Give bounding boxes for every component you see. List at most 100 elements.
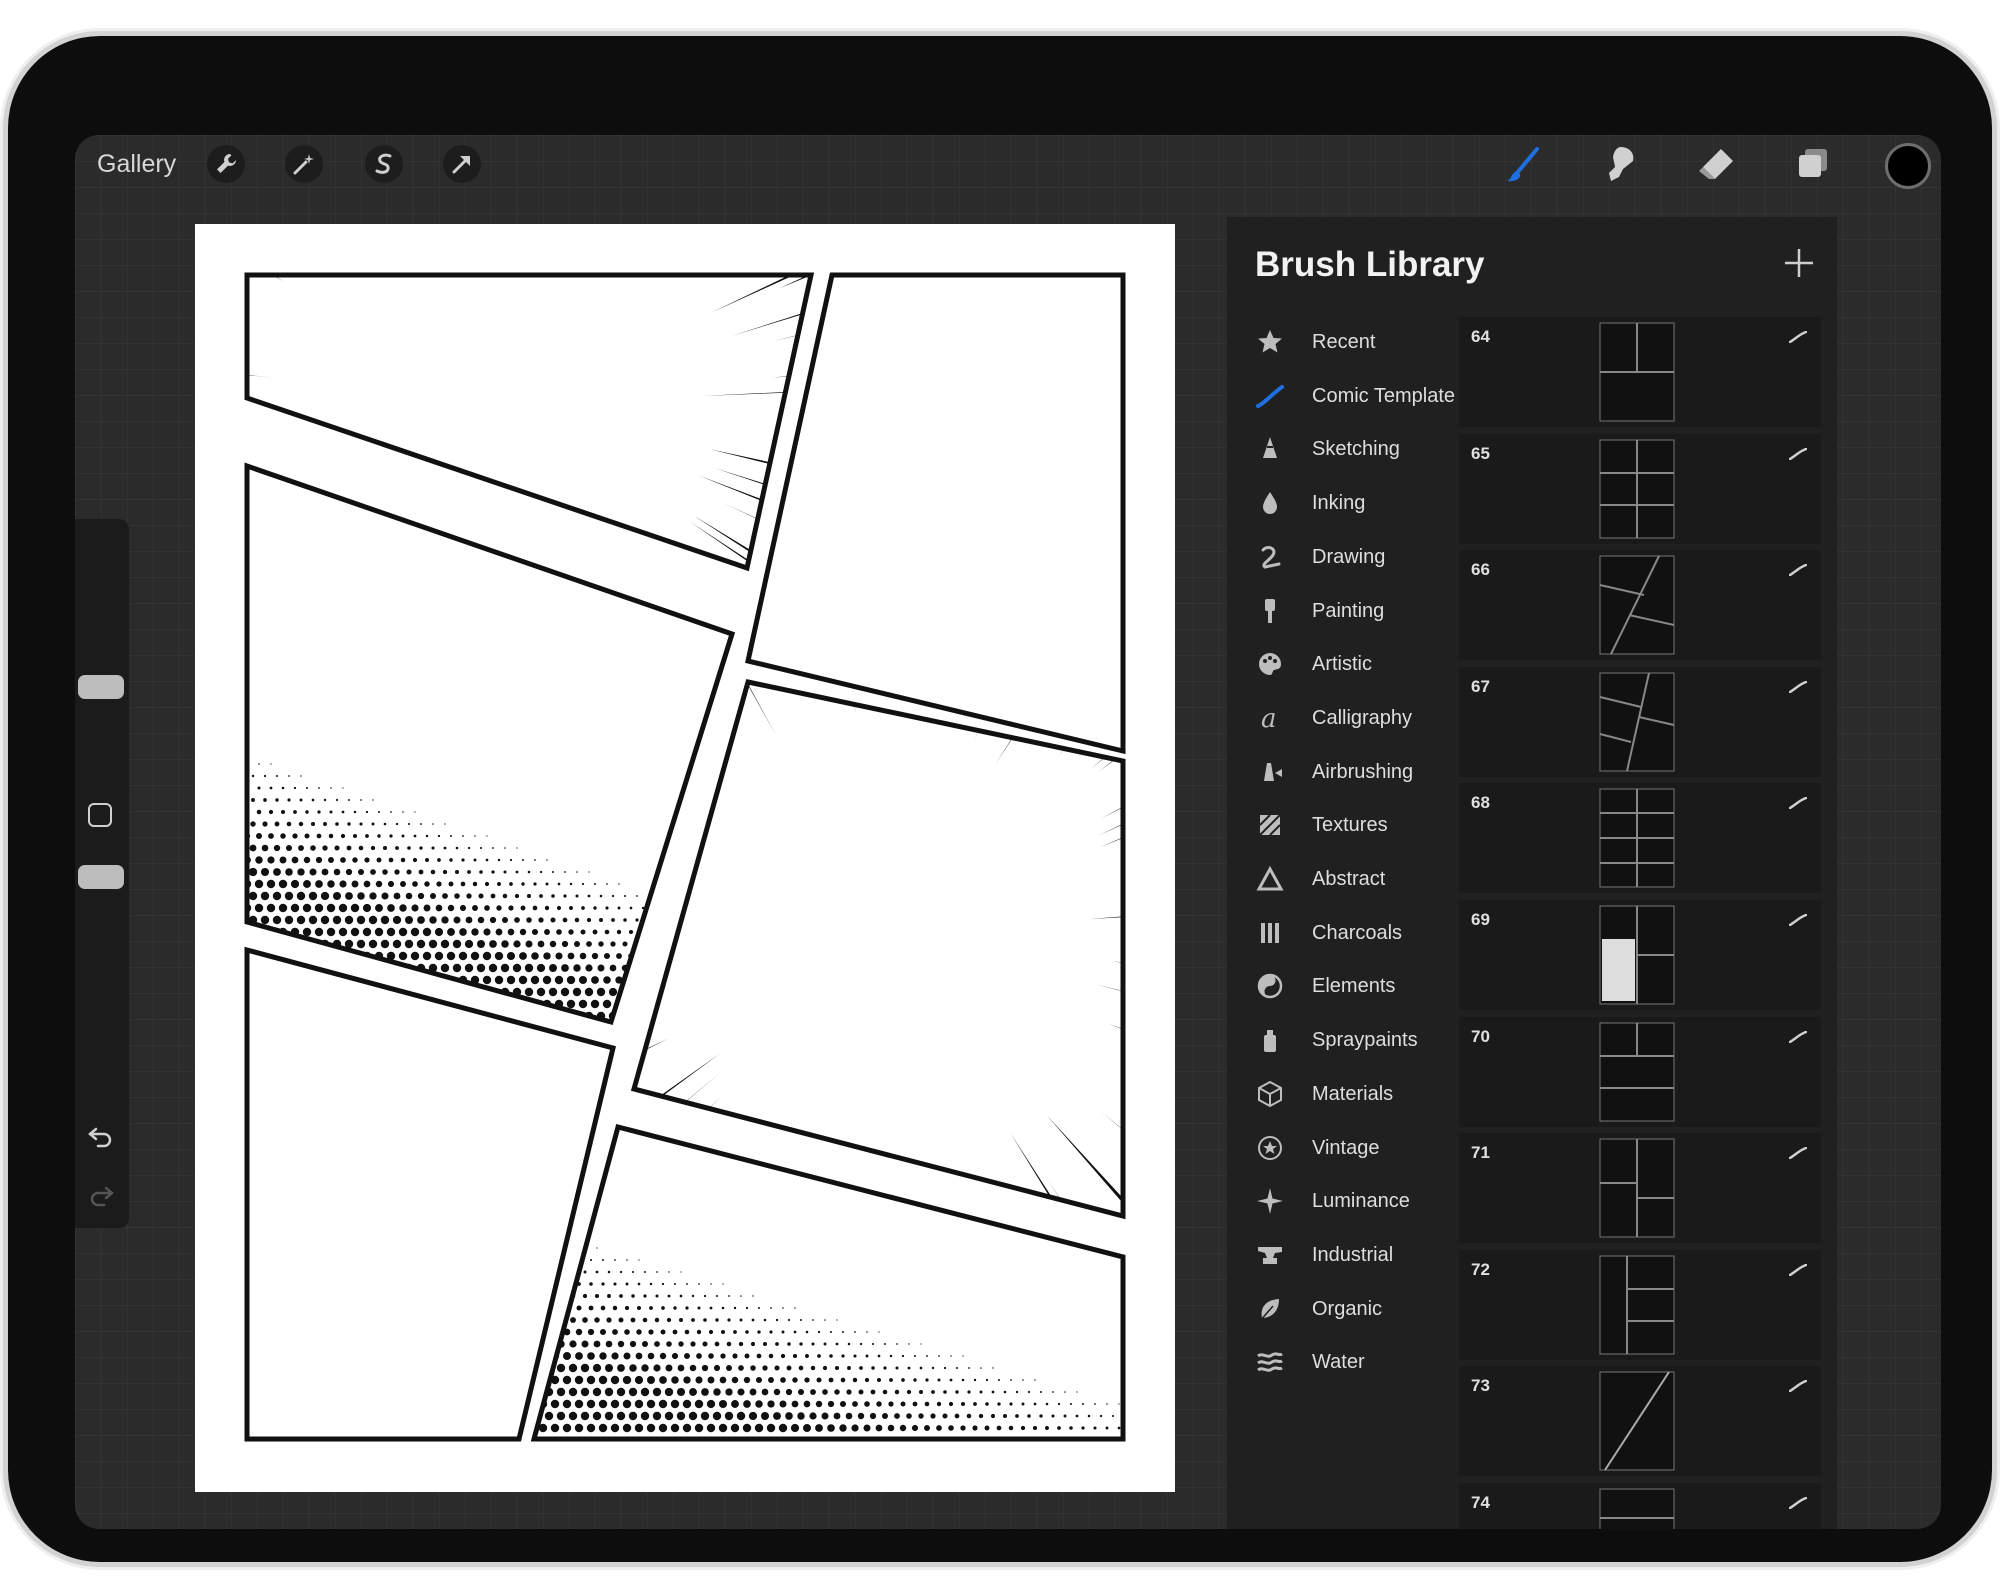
brush-stroke-preview-icon (1789, 447, 1807, 460)
charcoal-icon (1261, 922, 1279, 943)
pencil-tip-icon (1263, 437, 1277, 459)
procreate-screen: Gallery Brush Library Recent Comic Templ… (75, 135, 1941, 1529)
undo-icon[interactable] (86, 1120, 116, 1150)
category-water[interactable]: Water (1227, 1337, 1459, 1387)
brush-list: 64 65 66 67 68 69 70 71 72 73 74 (1459, 317, 1821, 1529)
category-drawing[interactable]: Drawing (1227, 532, 1459, 582)
left-sidebar (75, 519, 129, 1228)
brush-item-65[interactable]: 65 (1459, 433, 1821, 544)
modify-button[interactable] (88, 803, 112, 827)
squiggle-icon (1261, 545, 1281, 569)
category-vintage[interactable]: Vintage (1227, 1123, 1459, 1173)
category-recent[interactable]: Recent (1227, 317, 1459, 367)
brush-stroke-preview-icon (1789, 1147, 1807, 1160)
ink-drop-icon (1263, 492, 1277, 515)
category-painting[interactable]: Painting (1227, 586, 1459, 636)
waves-icon (1257, 1352, 1283, 1373)
brush-item-70[interactable]: 70 (1459, 1016, 1821, 1127)
category-label: Sketching (1312, 438, 1400, 461)
category-label: Elements (1312, 975, 1396, 998)
brush-item-67[interactable]: 67 (1459, 666, 1821, 777)
category-elements[interactable]: Elements (1227, 961, 1459, 1011)
brush-item-64[interactable]: 64 (1459, 317, 1821, 427)
spray-can-icon (1264, 1030, 1276, 1053)
brush-number: 69 (1471, 910, 1490, 929)
texture-icon (1259, 814, 1281, 837)
category-label: Spraypaints (1312, 1029, 1418, 1052)
category-label: Painting (1312, 599, 1385, 622)
category-charcoals[interactable]: Charcoals (1227, 908, 1459, 958)
brush-thumbnail (1599, 1488, 1675, 1529)
brush-thumbnail (1599, 1371, 1675, 1471)
category-label: Materials (1312, 1082, 1394, 1105)
category-label: Vintage (1312, 1136, 1380, 1159)
category-abstract[interactable]: Abstract (1227, 854, 1459, 904)
palette-icon (1259, 653, 1281, 676)
brush-item-66[interactable]: 66 (1459, 550, 1821, 661)
category-comic-template[interactable]: Comic Template (1227, 371, 1459, 421)
redo-icon[interactable] (86, 1179, 116, 1209)
brush-number: 68 (1471, 793, 1490, 813)
brush-thumbnail (1599, 439, 1675, 539)
plus-icon[interactable] (1779, 243, 1819, 283)
brush-item-68[interactable]: 68 (1459, 783, 1821, 894)
stroke-icon (1256, 384, 1284, 408)
category-industrial[interactable]: Industrial (1227, 1230, 1459, 1280)
drawing-canvas[interactable] (195, 224, 1175, 1492)
category-label: Luminance (1312, 1190, 1410, 1213)
category-label: Abstract (1312, 868, 1386, 890)
layers-icon[interactable] (1789, 141, 1835, 187)
brush-size-slider[interactable] (78, 675, 124, 699)
brush-item-73[interactable]: 73 (1459, 1366, 1821, 1477)
brush-stroke-preview-icon (1789, 680, 1807, 693)
leaf-icon (1259, 1298, 1279, 1322)
transform-arrow-icon[interactable] (443, 145, 481, 183)
category-materials[interactable]: Materials (1227, 1069, 1459, 1119)
brush-stroke-preview-icon (1789, 1263, 1807, 1276)
brush-number: 66 (1471, 560, 1490, 580)
brush-number: 70 (1471, 1026, 1490, 1046)
brush-number: 64 (1471, 327, 1490, 346)
category-sketching[interactable]: Sketching (1227, 424, 1459, 474)
triangle-icon (1256, 865, 1284, 891)
brush-item-74[interactable]: 74 (1459, 1483, 1821, 1529)
category-airbrushing[interactable]: Airbrushing (1227, 747, 1459, 797)
brush-stroke-preview-icon (1789, 1497, 1807, 1509)
category-label: Drawing (1312, 545, 1386, 568)
category-label: Inking (1312, 492, 1366, 515)
category-label: Calligraphy (1312, 706, 1413, 729)
brush-stroke-preview-icon (1789, 331, 1807, 343)
sparkle-icon (1257, 1188, 1283, 1215)
category-artistic[interactable]: Artistic (1227, 639, 1459, 689)
brush-item-72[interactable]: 72 (1459, 1249, 1821, 1360)
opacity-slider[interactable] (78, 865, 124, 889)
comic-page-artwork (244, 272, 1126, 1442)
brush-item-69[interactable]: 69 (1459, 900, 1821, 1010)
actions-wrench-icon[interactable] (207, 145, 245, 183)
ipad-frame: Gallery Brush Library Recent Comic Templ… (8, 36, 1992, 1562)
category-inking[interactable]: Inking (1227, 478, 1459, 528)
selection-s-icon[interactable] (365, 145, 403, 183)
category-label: Recent (1312, 331, 1376, 353)
smudge-icon[interactable] (1597, 141, 1643, 187)
brush-icon[interactable] (1501, 141, 1547, 187)
gallery-button[interactable]: Gallery (97, 147, 176, 181)
brush-number: 73 (1471, 1376, 1490, 1396)
brush-thumbnail (1599, 322, 1675, 422)
brush-item-71[interactable]: 71 (1459, 1133, 1821, 1244)
category-luminance[interactable]: Luminance (1227, 1176, 1459, 1226)
category-label: Artistic (1312, 653, 1372, 676)
star-badge-icon (1258, 1135, 1282, 1160)
category-calligraphy[interactable]: a Calligraphy (1227, 693, 1459, 743)
adjustments-magic-wand-icon[interactable] (285, 145, 323, 183)
eraser-icon[interactable] (1693, 141, 1739, 187)
category-textures[interactable]: Textures (1227, 800, 1459, 850)
category-label: Industrial (1312, 1243, 1394, 1266)
calligraphy-a-icon: a (1261, 704, 1277, 733)
color-picker-button[interactable] (1885, 143, 1931, 189)
category-spraypaints[interactable]: Spraypaints (1227, 1015, 1459, 1065)
star-icon (1258, 330, 1282, 353)
anvil-icon (1258, 1246, 1282, 1264)
category-label: Charcoals (1312, 921, 1403, 944)
category-organic[interactable]: Organic (1227, 1284, 1459, 1334)
